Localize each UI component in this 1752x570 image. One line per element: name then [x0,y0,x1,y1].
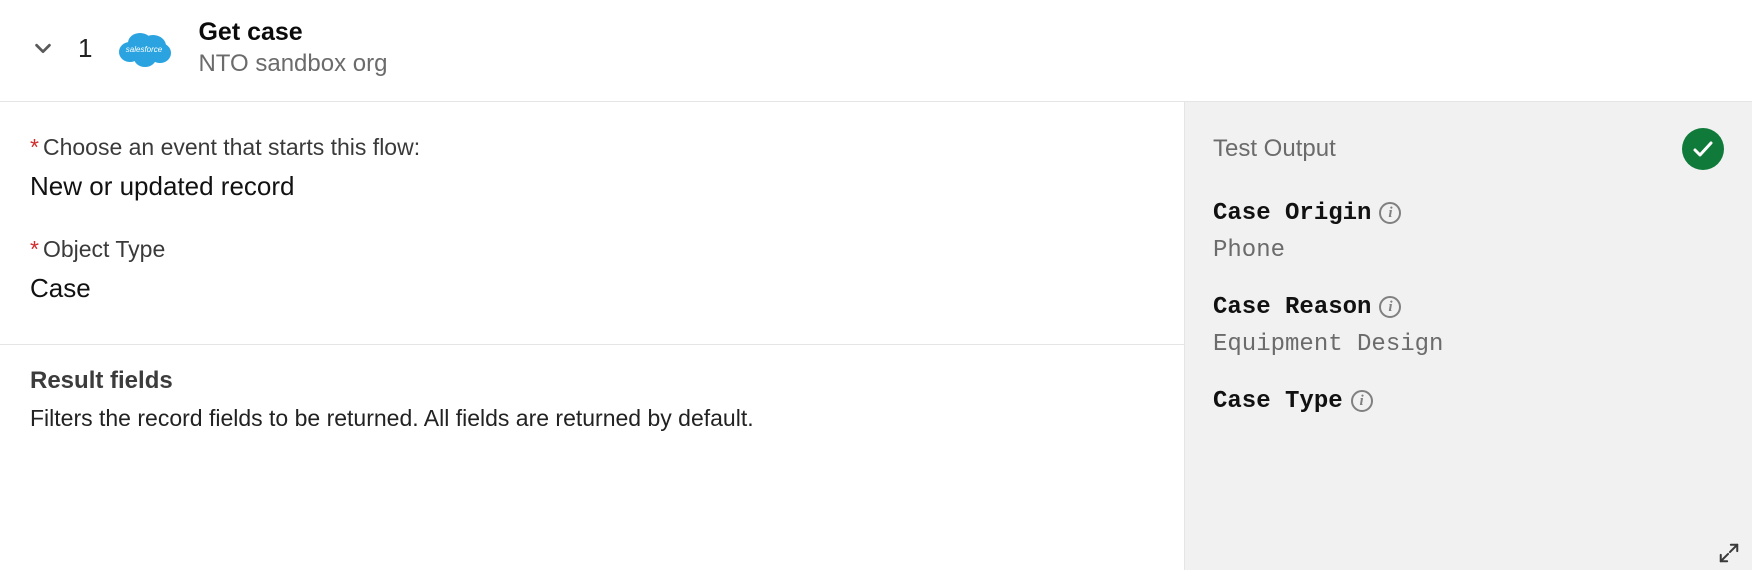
output-field-value: Phone [1213,237,1724,264]
object-type-value[interactable]: Case [30,273,1154,304]
svg-text:salesforce: salesforce [126,45,163,54]
event-value[interactable]: New or updated record [30,171,1154,202]
output-item: Case Type i [1213,388,1724,425]
salesforce-icon: salesforce [116,28,172,68]
output-field-value: Equipment Design [1213,331,1724,358]
output-item: Case Origin i Phone [1213,200,1724,264]
chevron-down-icon[interactable] [30,35,56,61]
step-subtitle: NTO sandbox org [198,49,387,79]
output-field-label: Case Type [1213,388,1343,415]
expand-icon[interactable] [1718,542,1740,564]
divider [0,344,1184,345]
output-field-label: Case Reason [1213,294,1371,321]
step-title: Get case [198,18,387,47]
event-label: *Choose an event that starts this flow: [30,134,1154,161]
config-panel: *Choose an event that starts this flow: … [0,102,1184,570]
required-marker: * [30,236,39,262]
test-output-panel: Test Output Case Origin i Phone Case Rea… [1184,102,1752,570]
object-type-label: *Object Type [30,236,1154,263]
info-icon[interactable]: i [1379,296,1401,318]
result-fields-desc: Filters the record fields to be returned… [30,405,1154,432]
step-number: 1 [78,33,92,64]
fade-overlay [1185,526,1752,570]
output-field-label: Case Origin [1213,200,1371,227]
info-icon[interactable]: i [1351,390,1373,412]
success-icon [1682,128,1724,170]
output-item: Case Reason i Equipment Design [1213,294,1724,358]
test-output-label: Test Output [1213,135,1336,163]
required-marker: * [30,134,39,160]
info-icon[interactable]: i [1379,202,1401,224]
step-header: 1 salesforce Get case NTO sandbox org [0,0,1752,102]
result-fields-title: Result fields [30,367,1154,395]
